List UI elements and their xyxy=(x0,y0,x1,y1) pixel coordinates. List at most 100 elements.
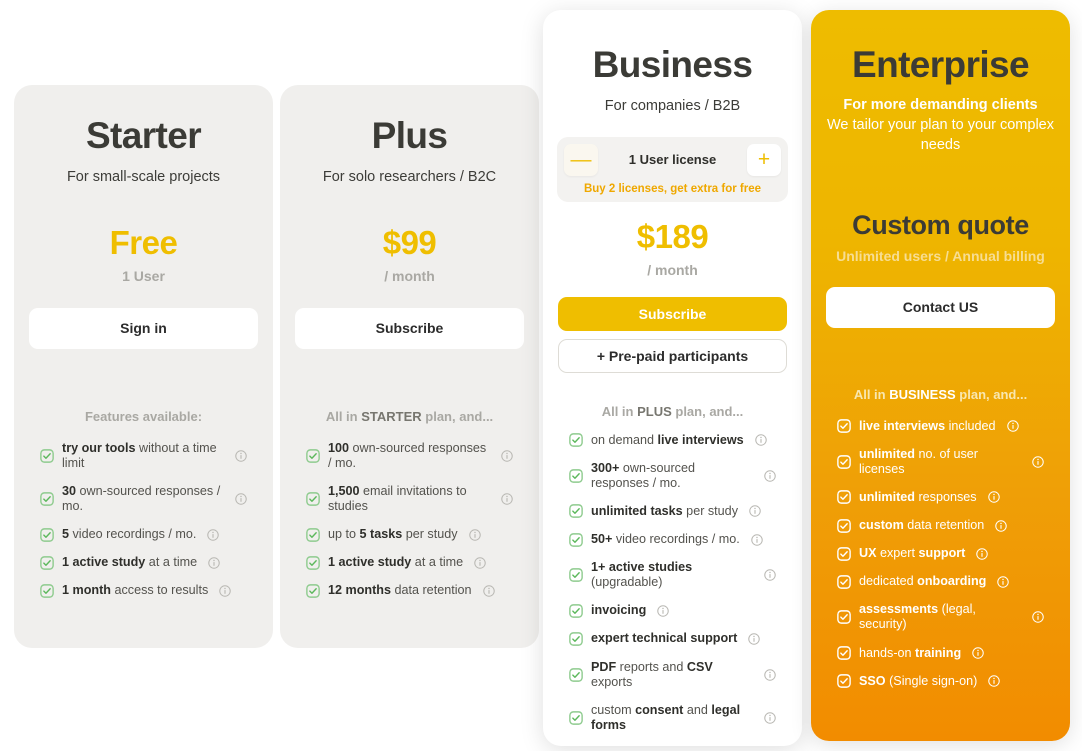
features-heading-bold: STARTER xyxy=(361,408,422,424)
feature-emphasis: consent xyxy=(635,702,684,717)
feature-emphasis-2: CSV xyxy=(686,659,713,674)
check-icon xyxy=(569,504,583,519)
feature-text: 1 month access to results xyxy=(62,583,208,598)
feature-item: unlimited no. of user licenses xyxy=(837,447,1044,477)
check-icon xyxy=(40,555,54,570)
info-icon[interactable] xyxy=(657,605,670,617)
feature-rest: reports and xyxy=(616,659,687,674)
info-icon[interactable] xyxy=(468,528,481,541)
feature-emphasis: try our tools xyxy=(62,440,136,455)
check-icon xyxy=(569,433,583,447)
feature-rest: own-sourced responses / mo. xyxy=(328,440,487,470)
features-heading-starter: Features available: xyxy=(84,408,203,424)
info-icon[interactable] xyxy=(1006,420,1019,432)
check-icon xyxy=(837,646,851,660)
feature-item: on demand live interviews xyxy=(569,433,776,448)
feature-emphasis: 1 month xyxy=(62,583,111,598)
feature-item: unlimited tasks per study xyxy=(569,504,776,519)
feature-list-plus: 100 own-sourced responses / mo. 1,500 ema… xyxy=(294,441,525,612)
feature-rest: and xyxy=(683,702,712,717)
feature-text: 1,500 email invitations to studies xyxy=(328,484,490,514)
info-icon[interactable] xyxy=(235,493,247,505)
feature-text: expert technical support xyxy=(591,631,737,646)
feature-rest: video recordings / mo. xyxy=(612,532,740,547)
info-icon[interactable] xyxy=(501,493,513,505)
feature-lead: dedicated xyxy=(859,574,918,589)
feature-text: 300+ own-sourced responses / mo. xyxy=(591,461,753,491)
feature-emphasis: 1,500 xyxy=(328,483,360,498)
feature-text: try our tools without a time limit xyxy=(62,441,224,471)
feature-item: 1 active study at a time xyxy=(40,555,247,570)
feature-item: 1+ active studies (upgradable) xyxy=(569,560,776,590)
info-icon[interactable] xyxy=(754,434,767,446)
feature-emphasis: UX xyxy=(859,546,877,561)
contact-us-button[interactable]: Contact US xyxy=(826,286,1055,328)
plan-subtitle-light-enterprise: We tailor your plan to your complex need… xyxy=(826,117,1054,154)
features-heading-suffix: plan, and... xyxy=(671,403,744,419)
pricing-board: Starter For small-scale projects Free 1 … xyxy=(0,0,1082,751)
info-icon[interactable] xyxy=(474,556,486,569)
feature-rest: access to results xyxy=(110,583,209,598)
feature-item: invoicing xyxy=(569,603,776,618)
feature-text: UX expert support xyxy=(859,546,965,561)
decrement-license-button[interactable]: — xyxy=(564,143,598,176)
check-icon xyxy=(569,568,583,583)
info-icon[interactable] xyxy=(987,491,1000,504)
info-icon[interactable] xyxy=(749,505,761,518)
check-icon xyxy=(837,419,851,433)
info-icon[interactable] xyxy=(972,647,984,659)
increment-license-button[interactable]: + xyxy=(746,143,781,176)
feature-item: 1 month access to results xyxy=(40,583,247,598)
feature-item: SSO (Single sign-on) xyxy=(837,674,1044,689)
check-icon xyxy=(569,604,583,618)
info-icon[interactable] xyxy=(764,569,776,581)
info-icon[interactable] xyxy=(482,585,495,597)
info-icon[interactable] xyxy=(976,547,989,560)
license-count-label: 1 User license xyxy=(628,152,717,168)
check-icon xyxy=(837,490,851,505)
feature-lead: custom xyxy=(591,702,636,717)
check-icon xyxy=(837,574,851,589)
plan-price-enterprise: Custom quote xyxy=(852,209,1029,240)
feature-text: SSO (Single sign-on) xyxy=(859,674,977,689)
feature-emphasis: 30 xyxy=(62,483,77,498)
feature-item: 50+ video recordings / mo. xyxy=(569,532,776,547)
feature-text: 1 active study at a time xyxy=(328,555,463,570)
feature-item: assessments (legal, security) xyxy=(837,602,1044,632)
info-icon[interactable] xyxy=(208,556,220,569)
subscribe-button-business[interactable]: Subscribe xyxy=(558,297,787,331)
info-icon[interactable] xyxy=(207,528,220,541)
feature-rest: data retention xyxy=(903,518,985,533)
check-icon xyxy=(837,546,851,561)
check-icon xyxy=(837,610,851,625)
plan-card-enterprise: Enterprise For more demanding clients We… xyxy=(811,10,1070,741)
info-icon[interactable] xyxy=(1032,611,1044,624)
plan-subtitle-business: For companies / B2B xyxy=(604,98,741,114)
feature-emphasis: unlimited xyxy=(859,489,915,504)
info-icon[interactable] xyxy=(219,585,232,597)
subscribe-button-plus[interactable]: Subscribe xyxy=(295,307,524,349)
info-icon[interactable] xyxy=(751,533,763,546)
prepaid-participants-button[interactable]: + Pre-paid participants xyxy=(558,338,787,373)
info-icon[interactable] xyxy=(997,576,1010,588)
info-icon[interactable] xyxy=(764,470,776,482)
plan-price-unit-business: / month xyxy=(647,261,698,278)
feature-text: 50+ video recordings / mo. xyxy=(591,532,740,547)
info-icon[interactable] xyxy=(988,675,1001,687)
check-icon xyxy=(306,583,320,598)
info-icon[interactable] xyxy=(235,449,247,462)
info-icon[interactable] xyxy=(501,449,513,462)
features-heading-plus: All in STARTER plan, and... xyxy=(326,409,493,424)
feature-emphasis: 12 months xyxy=(328,583,391,598)
info-icon[interactable] xyxy=(1032,456,1044,468)
feature-rest: per study xyxy=(682,503,738,518)
info-icon[interactable] xyxy=(748,633,761,645)
info-icon[interactable] xyxy=(764,668,776,681)
feature-emphasis: unlimited xyxy=(859,446,915,461)
signin-button[interactable]: Sign in xyxy=(29,307,258,349)
info-icon[interactable] xyxy=(764,712,776,724)
info-icon[interactable] xyxy=(995,519,1008,532)
check-icon xyxy=(837,518,851,533)
feature-rest-2: exports xyxy=(591,674,633,689)
feature-text: assessments (legal, security) xyxy=(859,602,1021,632)
